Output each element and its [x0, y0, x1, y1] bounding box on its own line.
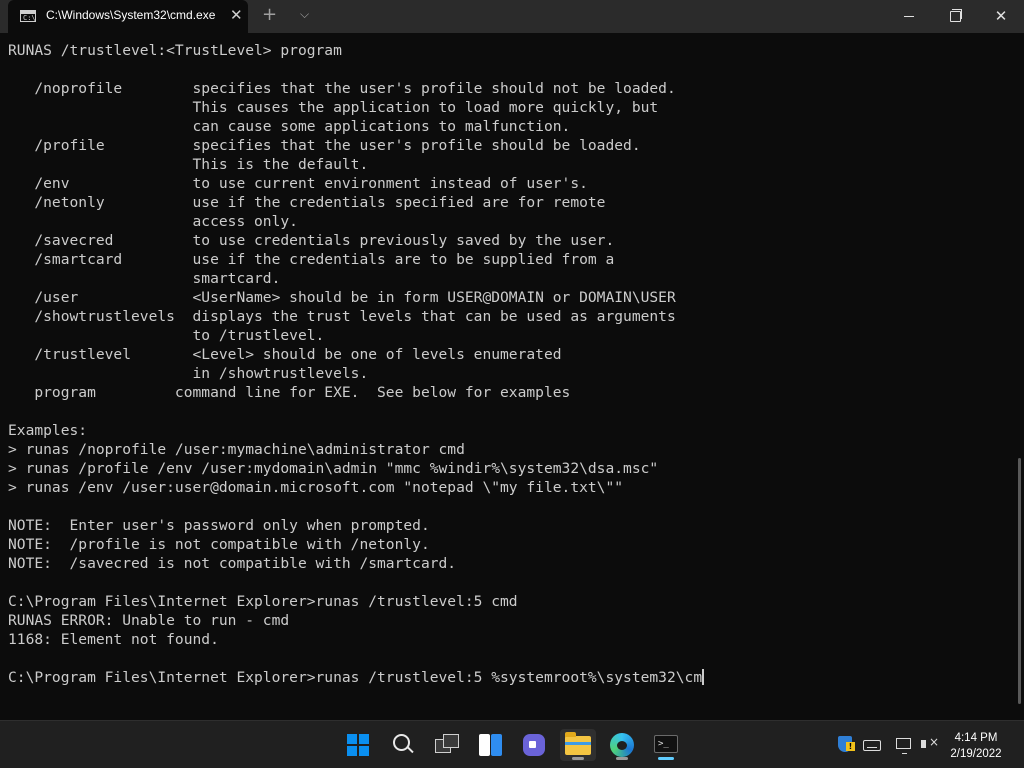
console-line: 1168: Element not found. — [8, 631, 219, 648]
new-tab-button[interactable]: + — [262, 4, 277, 25]
active-indicator — [658, 757, 674, 760]
network-icon[interactable] — [894, 735, 914, 755]
console-line: to /trustlevel. — [8, 327, 325, 344]
console-line: /smartcard use if the credentials are to… — [8, 251, 615, 268]
maximize-button[interactable] — [932, 0, 978, 33]
windows-logo-icon — [347, 734, 369, 756]
console-line: Examples: — [8, 422, 88, 439]
console-line: smartcard. — [8, 270, 281, 287]
console-line: /user <UserName> should be in form USER@… — [8, 289, 676, 306]
console-icon: C:\ — [20, 10, 36, 22]
console-line: This is the default. — [8, 156, 369, 173]
title-bar[interactable]: C:\ C:\Windows\System32\cmd.exe ✕ + ⌵ ✕ — [0, 0, 1024, 33]
volume-muted-icon[interactable] — [920, 735, 940, 755]
running-indicator — [616, 757, 628, 760]
console-line: /showtrustlevels displays the trust leve… — [8, 308, 676, 325]
console-line: /trustlevel <Level> should be one of lev… — [8, 346, 562, 363]
clock-date: 2/19/2022 — [950, 748, 1002, 760]
console-line: > runas /env /user:user@domain.microsoft… — [8, 479, 624, 496]
search-icon — [393, 734, 410, 751]
widgets-button[interactable] — [473, 729, 509, 761]
console-line: /noprofile specifies that the user's pro… — [8, 80, 676, 97]
clock-time: 4:14 PM — [954, 732, 998, 744]
console-line: C:\Program Files\Internet Explorer>runas… — [8, 669, 705, 686]
console-line: > runas /profile /env /user:mydomain\adm… — [8, 460, 659, 477]
file-explorer-button[interactable] — [560, 729, 596, 761]
search-button[interactable] — [385, 729, 421, 761]
console-line: /savecred to use credentials previously … — [8, 232, 615, 249]
close-tab-icon[interactable]: ✕ — [230, 6, 243, 24]
text-cursor — [702, 669, 705, 685]
clock[interactable]: 4:14 PM 2/19/2022 — [946, 730, 1006, 762]
console-line: RUNAS ERROR: Unable to run - cmd — [8, 612, 290, 629]
tab-title: C:\Windows\System32\cmd.exe — [46, 8, 216, 22]
terminal-button[interactable]: >_ — [648, 729, 684, 761]
chevron-down-icon[interactable]: ⌵ — [300, 7, 309, 22]
console-line: program command line for EXE. See below … — [8, 384, 571, 401]
console-output[interactable]: RUNAS /trustlevel:<TrustLevel> program /… — [8, 41, 1016, 721]
edge-button[interactable] — [604, 729, 640, 761]
edge-icon — [610, 733, 634, 757]
console-line: NOTE: Enter user's password only when pr… — [8, 517, 430, 534]
console-line: NOTE: /savecred is not compatible with /… — [8, 555, 457, 572]
security-warning-icon[interactable] — [835, 735, 855, 755]
console-line: /netonly use if the credentials specifie… — [8, 194, 606, 211]
console-line: > runas /noprofile /user:mymachine\admin… — [8, 441, 465, 458]
console-scrollbar[interactable] — [1018, 458, 1021, 704]
start-button[interactable] — [340, 729, 376, 761]
console-line: in /showtrustlevels. — [8, 365, 369, 382]
keyboard-icon[interactable] — [862, 735, 882, 755]
minimize-button[interactable] — [886, 0, 932, 33]
folder-icon — [565, 732, 591, 755]
running-indicator — [572, 757, 584, 760]
console-line: This causes the application to load more… — [8, 99, 659, 116]
console-line: /env to use current environment instead … — [8, 175, 588, 192]
taskbar: >_ 4:14 PM 2/19/2022 — [0, 720, 1024, 768]
console-line: can cause some applications to malfuncti… — [8, 118, 571, 135]
close-button[interactable]: ✕ — [978, 0, 1024, 33]
console-line: RUNAS /trustlevel:<TrustLevel> program — [8, 42, 342, 59]
console-line: /profile specifies that the user's profi… — [8, 137, 641, 154]
chat-icon — [523, 734, 545, 756]
console-line: C:\Program Files\Internet Explorer>runas… — [8, 593, 518, 610]
console-line: access only. — [8, 213, 298, 230]
task-view-button[interactable] — [430, 729, 466, 761]
console-line: NOTE: /profile is not compatible with /n… — [8, 536, 430, 553]
tab-cmd[interactable]: C:\ C:\Windows\System32\cmd.exe ✕ — [8, 0, 248, 33]
chat-button[interactable] — [516, 729, 552, 761]
terminal-icon: >_ — [654, 735, 678, 753]
